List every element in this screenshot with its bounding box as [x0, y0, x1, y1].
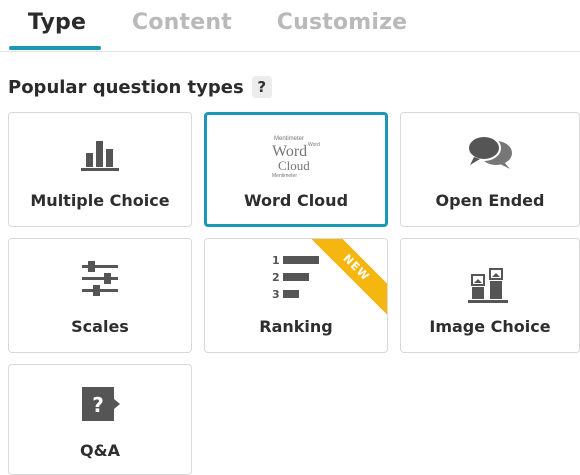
question-mark: ?	[92, 393, 104, 417]
word-cloud-word: Mentimeter	[272, 173, 297, 179]
card-open-ended[interactable]: Open Ended	[400, 112, 580, 227]
question-type-panel: Type Content Customize Popular question …	[0, 0, 580, 475]
card-word-cloud[interactable]: Mentimeter Word Word Cloud Mentimeter Wo…	[204, 112, 388, 227]
tab-content[interactable]: Content	[130, 10, 234, 52]
card-ranking[interactable]: 1 2 3 NEW Ranking	[204, 238, 388, 353]
card-label: Image Choice	[429, 317, 551, 336]
card-label: Scales	[71, 317, 129, 336]
card-scales[interactable]: Scales	[8, 238, 192, 353]
card-label: Open Ended	[435, 191, 545, 210]
speech-bubbles-icon	[467, 135, 512, 169]
question-bubble-icon: ?	[82, 387, 120, 421]
card-label: Multiple Choice	[30, 191, 170, 210]
tab-customize[interactable]: Customize	[276, 10, 408, 52]
tab-bar: Type Content Customize	[0, 0, 580, 52]
word-cloud-word: Mentimeter	[274, 136, 304, 142]
active-tab-indicator	[9, 46, 101, 50]
ranking-icon: 1 2 3	[272, 254, 319, 301]
section-title: Popular question types	[8, 76, 244, 98]
card-multiple-choice[interactable]: Multiple Choice	[8, 112, 192, 227]
card-label: Word Cloud	[243, 191, 349, 210]
card-label: Q&A	[80, 441, 120, 460]
help-button[interactable]: ?	[251, 76, 272, 98]
word-cloud-word: Word	[308, 142, 320, 148]
bar-chart-icon	[81, 141, 119, 171]
rank-number: 1	[272, 254, 280, 267]
word-cloud-word: Cloud	[278, 158, 310, 173]
rank-number: 2	[272, 271, 280, 284]
card-qa[interactable]: ? Q&A	[8, 364, 192, 475]
word-cloud-icon: Mentimeter Word Word Cloud Mentimeter	[272, 136, 320, 179]
image-choice-icon	[468, 268, 508, 303]
sliders-icon	[82, 261, 118, 296]
rank-number: 3	[272, 288, 280, 301]
section-heading: Popular question types ?	[8, 76, 272, 98]
card-image-choice[interactable]: Image Choice	[400, 238, 580, 353]
card-label: Ranking	[259, 317, 333, 336]
